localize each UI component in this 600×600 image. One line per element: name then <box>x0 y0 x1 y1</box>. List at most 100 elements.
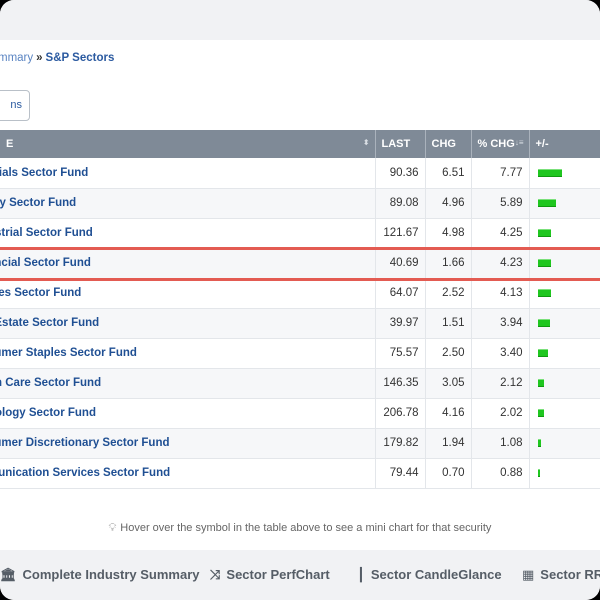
percent-change: 0.88 <box>471 458 530 489</box>
bank-icon: 🏛︎ <box>0 567 17 582</box>
candlestick-icon: ┃ <box>357 567 365 582</box>
table-row[interactable]: ities Sector Fund64.072.524.13 <box>0 278 600 309</box>
change-value: 1.51 <box>425 308 472 339</box>
last-price: 146.35 <box>375 368 426 399</box>
footer-link-label: Sector RRG <box>540 567 600 582</box>
percent-change: 3.40 <box>471 338 530 369</box>
change-bar-cell <box>529 248 600 279</box>
change-bar <box>537 288 551 297</box>
footer-link-label: Sector PerfChart <box>226 567 330 582</box>
change-bar <box>537 258 552 267</box>
app-frame: mmary» S&P Sectors ns E ⬍ LAST CHG % CHG ↓≡… <box>0 0 600 600</box>
footer-link-label: Complete Industry Summary <box>22 567 200 582</box>
table-row[interactable]: erials Sector Fund90.366.517.77 <box>0 158 600 189</box>
table-row[interactable]: munication Services Sector Fund 79.44 0.70… <box>0 458 600 489</box>
sector-table: E⬍ LAST CHG % CHG↓≡ +/- erials Sector Fu… <box>0 130 600 489</box>
percent-change: 4.13 <box>471 278 530 309</box>
percent-change: 5.89 <box>471 188 530 219</box>
change-bar <box>537 168 563 177</box>
breadcrumb: mmary» S&P Sectors <box>0 52 114 64</box>
change-value: 4.16 <box>425 398 472 429</box>
complete-industry-summary-link[interactable]: 🏛︎ Complete Industry Summary <box>0 567 200 583</box>
percent-change: 4.23 <box>471 248 530 279</box>
sector-name-link[interactable]: munication Services Sector Fund <box>0 458 376 489</box>
table-row[interactable]: rgy Sector Fund89.084.965.89 <box>0 188 600 219</box>
breadcrumb-current: S&P Sectors <box>45 52 115 64</box>
hint-text: Hover over the symbol in the table above… <box>120 522 492 534</box>
sector-name-link[interactable]: ancial Sector Fund <box>0 248 376 279</box>
column-header-chg[interactable]: CHG <box>425 130 472 158</box>
column-header-plus-minus[interactable]: +/- <box>529 130 600 158</box>
sector-rrg-link[interactable]: ▦ Sector RRG <box>522 567 600 583</box>
column-header-name-label: E <box>6 138 14 150</box>
column-header-pct-chg[interactable]: % CHG ↓≡ <box>471 130 530 158</box>
sort-descending-icon: ↓≡ <box>514 138 524 147</box>
change-bar-cell <box>529 308 600 339</box>
change-bar <box>537 408 544 417</box>
last-price: 121.67 <box>375 218 426 249</box>
column-header-pct-chg-label: % CHG <box>477 138 515 150</box>
sector-name-link[interactable]: lth Care Sector Fund <box>0 368 376 399</box>
footer-link-label: Sector CandleGlance <box>370 567 502 582</box>
sector-candleglance-link[interactable]: ┃ Sector CandleGlance <box>357 567 502 583</box>
last-price: 79.44 <box>375 458 426 489</box>
sector-name-link[interactable]: sumer Staples Sector Fund <box>0 338 376 369</box>
percent-change: 2.12 <box>471 368 530 399</box>
sector-name-link[interactable]: erials Sector Fund <box>0 158 376 189</box>
sector-name-link[interactable]: ustrial Sector Fund <box>0 218 376 249</box>
lightbulb-icon: 💡︎ <box>108 522 117 534</box>
sector-name-link[interactable]: ities Sector Fund <box>0 278 376 309</box>
shuffle-icon: ⤨ <box>210 567 221 582</box>
table-row[interactable]: sumer Staples Sector Fund 75.57 2.50 3.40 <box>0 338 600 369</box>
column-header-name[interactable]: E ⬍ <box>0 130 376 158</box>
change-bar <box>537 348 549 357</box>
table-row[interactable]: sumer Discretionary Sector Fund 179.82 1.9… <box>0 428 600 459</box>
change-value: 0.70 <box>425 458 472 489</box>
change-value: 1.66 <box>425 248 472 279</box>
table-row[interactable]: lth Care Sector Fund146.353.052.12 <box>0 368 600 399</box>
last-price: 39.97 <box>375 308 426 339</box>
table-body: erials Sector Fund90.366.517.77rgy Secto… <box>0 158 600 489</box>
change-value: 4.98 <box>425 218 472 249</box>
sector-name-link[interactable]: l Estate Sector Fund <box>0 308 376 339</box>
change-bar-cell <box>529 218 600 249</box>
table-row[interactable]: nology Sector Fund206.784.162.02 <box>0 398 600 429</box>
change-bar-cell <box>529 188 600 219</box>
change-bar-cell <box>529 338 600 369</box>
change-bar-cell <box>529 398 600 429</box>
change-bar <box>537 468 541 477</box>
change-value: 1.94 <box>425 428 472 459</box>
last-price: 75.57 <box>375 338 426 369</box>
change-bar <box>537 438 541 447</box>
change-bar-cell <box>529 428 600 459</box>
last-price: 206.78 <box>375 398 426 429</box>
sector-name-link[interactable]: nology Sector Fund <box>0 398 376 429</box>
percent-change: 1.08 <box>471 428 530 459</box>
last-price: 40.69 <box>375 248 426 279</box>
change-bar-cell <box>529 458 600 489</box>
table-row[interactable]: ancial Sector Fund40.691.664.23 <box>0 248 600 279</box>
change-bar <box>537 318 551 327</box>
last-price: 64.07 <box>375 278 426 309</box>
change-bar <box>537 198 557 207</box>
options-button[interactable]: ns <box>0 90 30 121</box>
change-value: 4.96 <box>425 188 472 219</box>
change-bar-cell <box>529 278 600 309</box>
footer-links: 🏛︎ Complete Industry Summary ⤨ Sector Perf… <box>0 550 600 600</box>
change-value: 2.50 <box>425 338 472 369</box>
change-bar-cell <box>529 368 600 399</box>
sector-perfchart-link[interactable]: ⤨ Sector PerfChart <box>210 567 330 583</box>
percent-change: 3.94 <box>471 308 530 339</box>
sector-name-link[interactable]: rgy Sector Fund <box>0 188 376 219</box>
table-row[interactable]: ustrial Sector Fund121.674.984.25 <box>0 218 600 249</box>
change-value: 3.05 <box>425 368 472 399</box>
grid-icon: ▦ <box>522 567 535 582</box>
change-bar <box>537 378 545 387</box>
percent-change: 4.25 <box>471 218 530 249</box>
breadcrumb-summary-link[interactable]: mmary <box>0 52 33 64</box>
table-row[interactable]: l Estate Sector Fund39.971.513.94 <box>0 308 600 339</box>
last-price: 90.36 <box>375 158 426 189</box>
column-header-last[interactable]: LAST <box>375 130 426 158</box>
sector-name-link[interactable]: sumer Discretionary Sector Fund <box>0 428 376 459</box>
table-header-row: E ⬍ LAST CHG % CHG ↓≡ +/- <box>0 130 600 158</box>
